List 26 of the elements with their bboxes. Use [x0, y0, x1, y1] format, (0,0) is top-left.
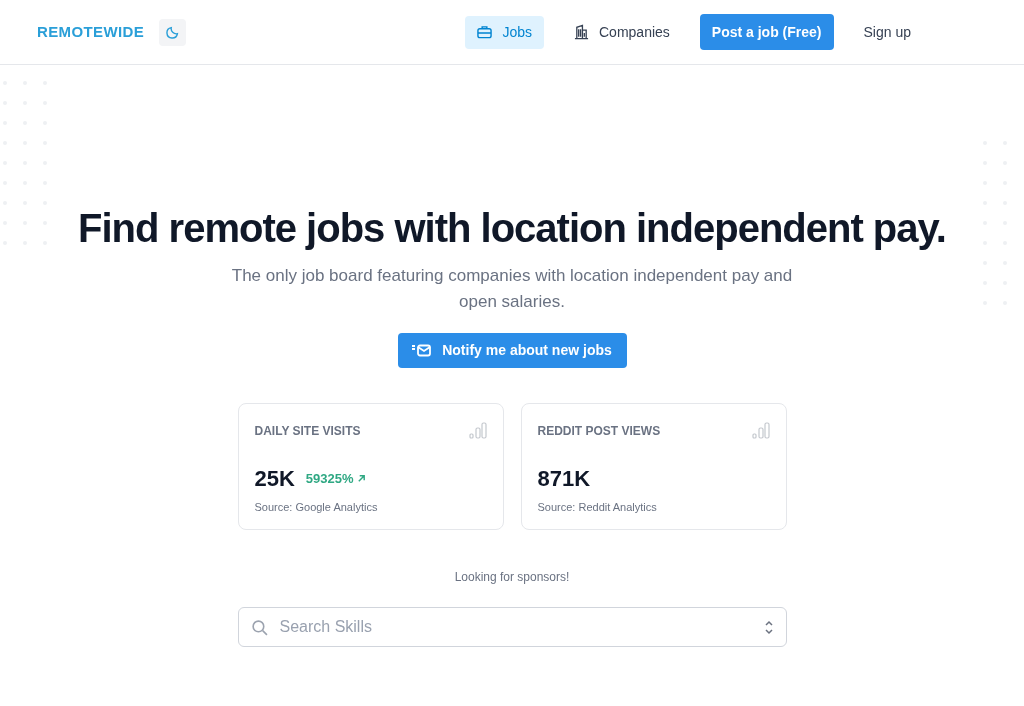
building-icon: [574, 24, 589, 40]
bar-chart-icon: [468, 422, 487, 439]
stat-label: REDDIT POST VIEWS: [537, 423, 661, 440]
chevron-up-down-icon: [763, 619, 774, 635]
search-field[interactable]: Search Skills: [237, 607, 787, 647]
stat-source: Source: Google Analytics: [254, 500, 379, 515]
hero-title: Find remote jobs with location independent pay.: [78, 205, 946, 252]
logo[interactable]: REMOTEWIDE: [37, 20, 145, 44]
stat-label: DAILY SITE VISITS: [254, 423, 361, 440]
stat-change: 59325%: [305, 468, 366, 489]
bar-chart-icon: [751, 422, 770, 439]
briefcase-icon: [477, 25, 493, 39]
stat-value: 25K: [254, 465, 295, 493]
search-icon: [250, 618, 268, 636]
post-job-button[interactable]: Post a job (Free): [699, 14, 834, 50]
moon-icon: [165, 25, 180, 39]
search-input[interactable]: Search Skills: [279, 615, 764, 639]
stat-value: 871K: [537, 465, 591, 493]
hero-subtitle: The only job board featuring companies with location independent pay and open salaries.: [230, 265, 794, 313]
nav-link[interactable]: Jobs: [465, 15, 544, 49]
mail-icon: [412, 343, 433, 358]
stat-source: Source: Reddit Analytics: [537, 500, 658, 515]
sponsors-note: Looking for sponsors!: [454, 569, 570, 586]
notify-button[interactable]: Notify me about new jobs: [397, 333, 627, 368]
arrow-up-right-icon: [356, 474, 366, 483]
theme-toggle-button[interactable]: [159, 18, 187, 46]
